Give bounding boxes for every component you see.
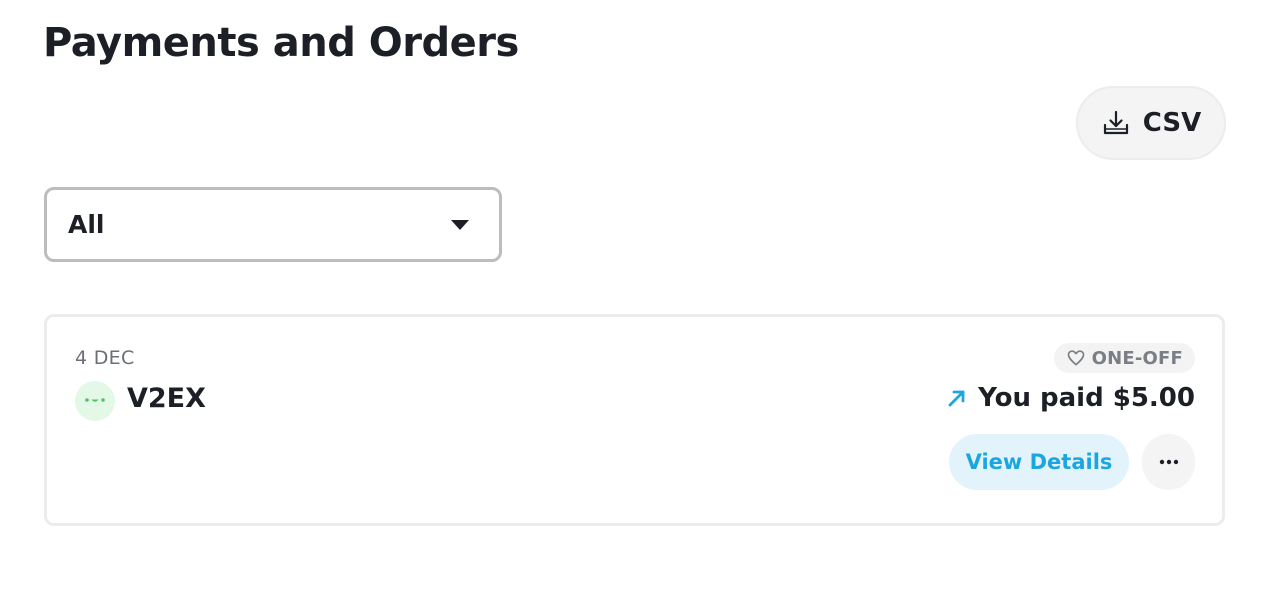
view-details-label: View Details <box>965 450 1113 474</box>
order-filter-select[interactable]: All <box>44 187 502 262</box>
payment-amount-label: You paid $5.00 <box>978 383 1195 413</box>
payment-type-label: ONE-OFF <box>1091 347 1183 369</box>
merchant-avatar <box>75 381 115 421</box>
page-title: Payments and Orders <box>43 20 519 66</box>
merchant-name: V2EX <box>127 383 206 414</box>
payment-amount: You paid $5.00 <box>946 383 1195 413</box>
caret-down-icon <box>451 219 469 230</box>
order-card: 4 DEC V2EX ONE-OFF You paid $5.00 View D… <box>44 314 1225 526</box>
more-horizontal-icon <box>1159 459 1178 465</box>
download-csv-button[interactable]: CSV <box>1076 86 1226 160</box>
download-csv-label: CSV <box>1142 108 1202 138</box>
payment-type-badge: ONE-OFF <box>1053 343 1195 373</box>
download-icon <box>1103 110 1128 135</box>
smiley-face-icon <box>85 398 105 402</box>
arrow-up-right-icon <box>948 390 965 407</box>
filter-selected-value: All <box>68 210 105 239</box>
view-details-button[interactable]: View Details <box>949 434 1129 490</box>
order-date: 4 DEC <box>75 347 135 369</box>
more-options-button[interactable] <box>1142 434 1195 490</box>
heart-icon <box>1067 350 1084 366</box>
